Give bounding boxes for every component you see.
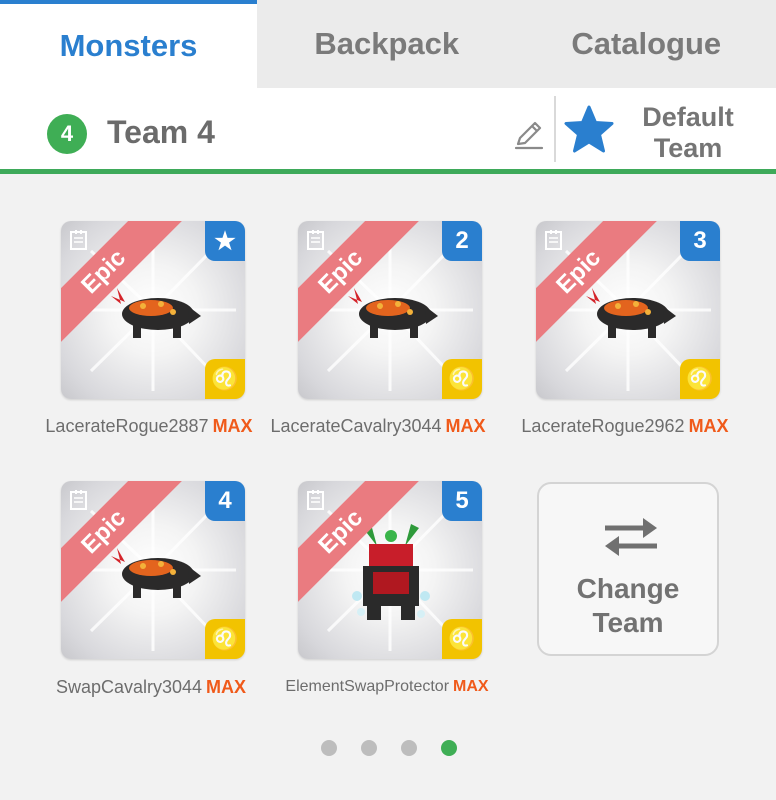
slot-badge: 5 [442, 481, 482, 521]
star-icon[interactable] [563, 104, 615, 156]
note-icon [307, 230, 324, 250]
max-tag: MAX [688, 416, 729, 436]
max-tag: MAX [206, 677, 247, 697]
change-team-label: Change Team [576, 573, 680, 638]
monster-label: LacerateCavalry3044 MAX [258, 416, 498, 437]
monster-label: ElementSwapProtector MAX [267, 675, 507, 696]
note-icon [70, 490, 87, 510]
max-tag: MAX [445, 416, 486, 436]
tab-catalogue[interactable]: Catalogue [517, 0, 776, 88]
team-header: 4 Team 4 Default Team [0, 88, 776, 174]
monster-card[interactable]: Epic 3 ♌ [536, 221, 720, 399]
team-name: Team 4 [107, 114, 215, 150]
monster-card[interactable]: Epic 4 ♌ [61, 481, 245, 659]
leo-element-icon: ♌ [205, 619, 245, 659]
monster-label: LacerateRogue2887 MAX [29, 416, 269, 437]
swap-arrows-icon [605, 518, 657, 556]
leo-element-icon: ♌ [442, 359, 482, 399]
team-number-badge: 4 [47, 114, 87, 154]
monster-card[interactable]: Epic ★ ♌ [61, 221, 245, 399]
tab-monsters[interactable]: Monsters [0, 0, 257, 88]
monster-sprite [111, 288, 201, 338]
page-dot-4[interactable] [441, 740, 457, 756]
monster-name: ElementSwapProtector [285, 678, 450, 695]
leo-element-icon: ♌ [205, 359, 245, 399]
monster-card[interactable]: Epic 5 ♌ [298, 481, 482, 659]
leo-element-icon: ♌ [442, 619, 482, 659]
leo-element-icon: ♌ [680, 359, 720, 399]
monster-name: LacerateRogue2887 [45, 416, 209, 436]
slot-badge: 3 [680, 221, 720, 261]
tab-bar: Monsters Backpack Catalogue [0, 0, 776, 88]
note-icon [70, 230, 87, 250]
monster-sprite [586, 288, 676, 338]
page-dot-2[interactable] [361, 740, 377, 756]
page-indicator [321, 740, 461, 758]
monster-label: LacerateRogue2962 MAX [505, 416, 745, 437]
slot-badge: 2 [442, 221, 482, 261]
monster-card[interactable]: Epic 2 ♌ [298, 221, 482, 399]
note-icon [545, 230, 562, 250]
note-icon [307, 490, 324, 510]
monster-sprite [111, 548, 201, 598]
max-tag: MAX [212, 416, 253, 436]
default-team-label[interactable]: Default Team [628, 102, 748, 164]
monster-name: LacerateCavalry3044 [270, 416, 442, 436]
header-divider [554, 96, 556, 162]
max-tag: MAX [453, 678, 489, 695]
monster-label: SwapCavalry3044 MAX [31, 677, 271, 698]
slot-badge: ★ [205, 221, 245, 261]
slot-badge: 4 [205, 481, 245, 521]
page-dot-1[interactable] [321, 740, 337, 756]
monster-name: SwapCavalry3044 [55, 677, 203, 697]
tab-backpack[interactable]: Backpack [257, 0, 517, 88]
pencil-icon[interactable] [512, 118, 546, 152]
change-team-button[interactable]: Change Team [537, 482, 719, 656]
monster-sprite [348, 288, 438, 338]
page-dot-3[interactable] [401, 740, 417, 756]
monster-name: LacerateRogue2962 [521, 416, 685, 436]
